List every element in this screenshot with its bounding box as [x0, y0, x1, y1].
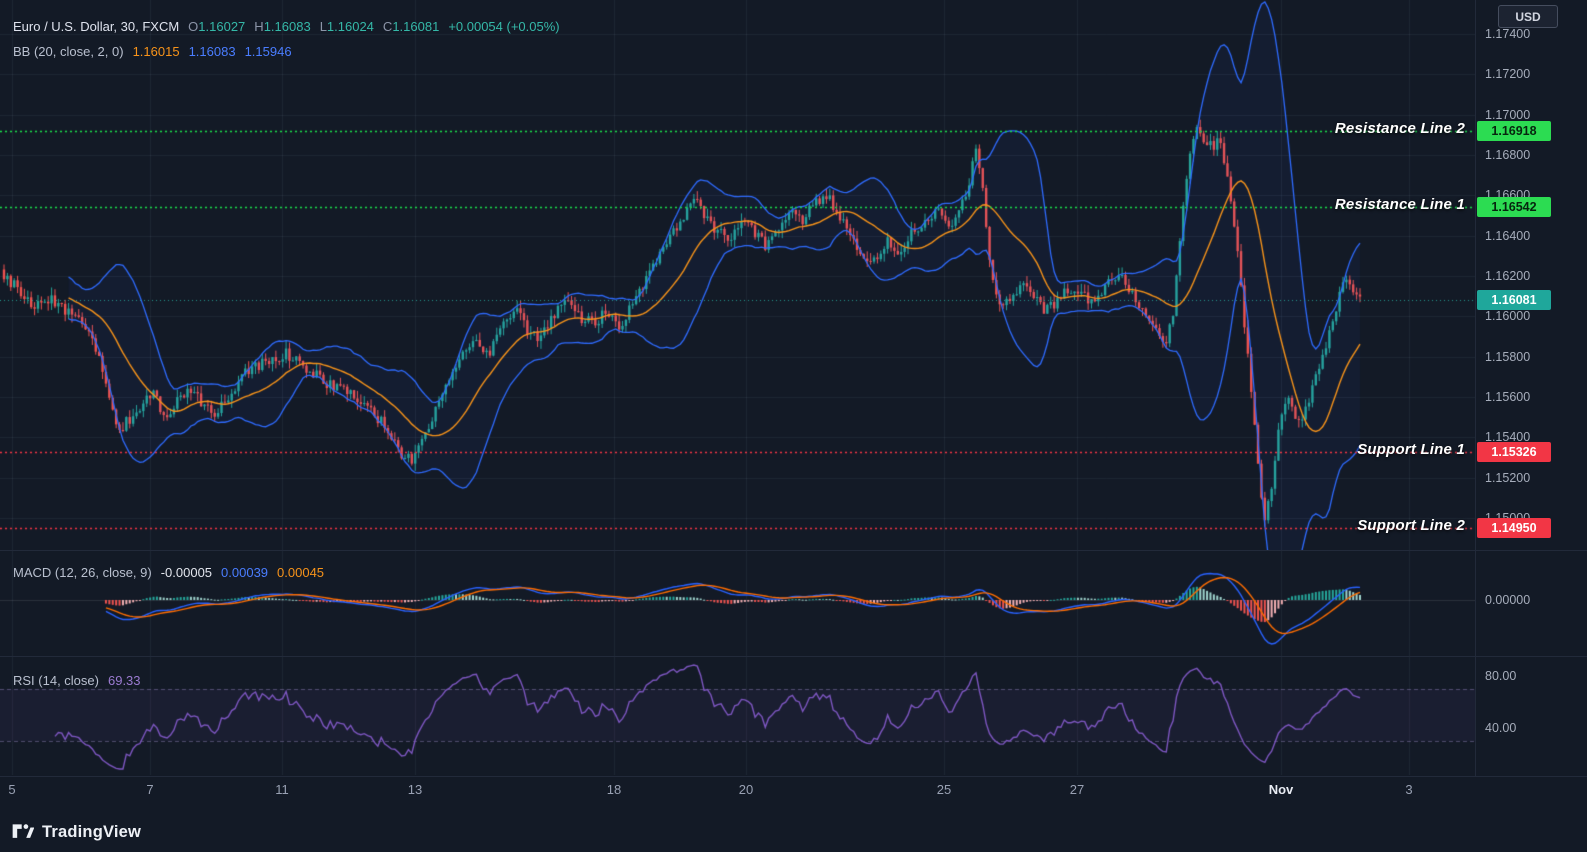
currency-unit-chip[interactable]: USD: [1498, 5, 1558, 28]
rsi-pane-canvas[interactable]: [0, 657, 1475, 775]
ohlc-open: O 1.16027: [188, 19, 246, 34]
macd-legend: MACD (12, 26, close, 9) -0.00005 0.00039…: [13, 562, 324, 582]
price-axis[interactable]: USD 1.17400 1.17200 1.17000 1.16800 1.16600 1…: [1476, 0, 1587, 806]
price-axis-tick: 1.17400: [1485, 27, 1531, 42]
rsi-indicator-title[interactable]: RSI (14, close): [13, 673, 99, 688]
price-axis-tick: 1.15600: [1485, 389, 1531, 404]
ohlc-close: C 1.16081: [382, 19, 440, 34]
macd-zero-tick: 0.00000: [1485, 593, 1531, 607]
bb-basis-value: 1.16015: [132, 44, 180, 59]
price-pane-canvas[interactable]: [0, 0, 1475, 550]
rsi-lower-tick: 40.00: [1485, 721, 1517, 735]
time-axis[interactable]: 5 7 11 13 18 20 25 27 Nov 3: [0, 777, 1475, 805]
price-axis-tick: 1.15800: [1485, 349, 1531, 364]
tradingview-chart-window: Euro / U.S. Dollar, 30, FXCM O 1.16027 H1…: [0, 0, 1587, 852]
price-axis-tick: 1.16400: [1485, 228, 1531, 243]
time-axis-label: 18: [606, 782, 622, 797]
price-axis-tick: 1.16000: [1485, 309, 1531, 324]
ohlc-high: H 1.16083: [254, 19, 311, 34]
price-axis-tick: 1.16200: [1485, 268, 1531, 283]
macd-indicator-title[interactable]: MACD (12, 26, close, 9): [13, 565, 152, 580]
resistance-line-2-label[interactable]: Resistance Line 2: [1335, 120, 1465, 137]
time-axis-label: 20: [738, 782, 754, 797]
support-line-1-price-badge: 1.15326: [1477, 442, 1551, 463]
support-line-2-price-badge: 1.14950: [1477, 518, 1551, 539]
bb-upper-value: 1.16083: [188, 44, 236, 59]
rsi-upper-tick: 80.00: [1485, 669, 1517, 683]
support-line-2-label[interactable]: Support Line 2: [1357, 517, 1465, 534]
rsi-value: 69.33: [107, 672, 141, 688]
price-axis-tick: 1.17200: [1485, 67, 1531, 82]
time-axis-label: 27: [1069, 782, 1085, 797]
brand-name: TradingView: [42, 822, 142, 841]
bb-indicator-title[interactable]: BB (20, close, 2, 0): [13, 44, 124, 59]
time-axis-label: 25: [936, 782, 952, 797]
tradingview-footer[interactable]: TradingView: [12, 820, 141, 844]
time-axis-label: 7: [146, 782, 154, 797]
time-axis-label: 5: [8, 782, 16, 797]
pane-divider[interactable]: [0, 656, 1587, 657]
price-axis-tick: 1.16800: [1485, 148, 1531, 163]
rsi-legend: RSI (14, close) 69.33: [13, 670, 141, 690]
macd-signal-value: 0.00045: [277, 564, 325, 580]
time-axis-label: Nov: [1268, 782, 1294, 797]
ohlc-change: +0.00054 (+0.05%): [448, 19, 560, 34]
tradingview-logo-icon: [12, 820, 35, 844]
resistance-line-1-price-badge: 1.16542: [1477, 197, 1551, 218]
bb-lower-value: 1.15946: [244, 44, 292, 59]
pane-divider[interactable]: [0, 550, 1587, 551]
symbol-title[interactable]: Euro / U.S. Dollar, 30, FXCM: [13, 19, 179, 34]
macd-line-value: 0.00039: [221, 564, 269, 580]
support-line-1-label[interactable]: Support Line 1: [1357, 441, 1465, 458]
time-axis-label: 3: [1405, 782, 1413, 797]
price-axis-tick: 1.15200: [1485, 470, 1531, 485]
time-axis-label: 13: [407, 782, 423, 797]
price-legend: Euro / U.S. Dollar, 30, FXCM O 1.16027 H1…: [13, 14, 560, 64]
resistance-line-2-price-badge: 1.16918: [1477, 121, 1551, 142]
ohlc-low: L 1.16024: [319, 19, 374, 34]
last-price-badge: 1.16081: [1477, 289, 1551, 310]
resistance-line-1-label[interactable]: Resistance Line 1: [1335, 196, 1465, 213]
macd-histogram-value: -0.00005: [160, 564, 213, 580]
time-axis-label: 11: [275, 782, 289, 797]
